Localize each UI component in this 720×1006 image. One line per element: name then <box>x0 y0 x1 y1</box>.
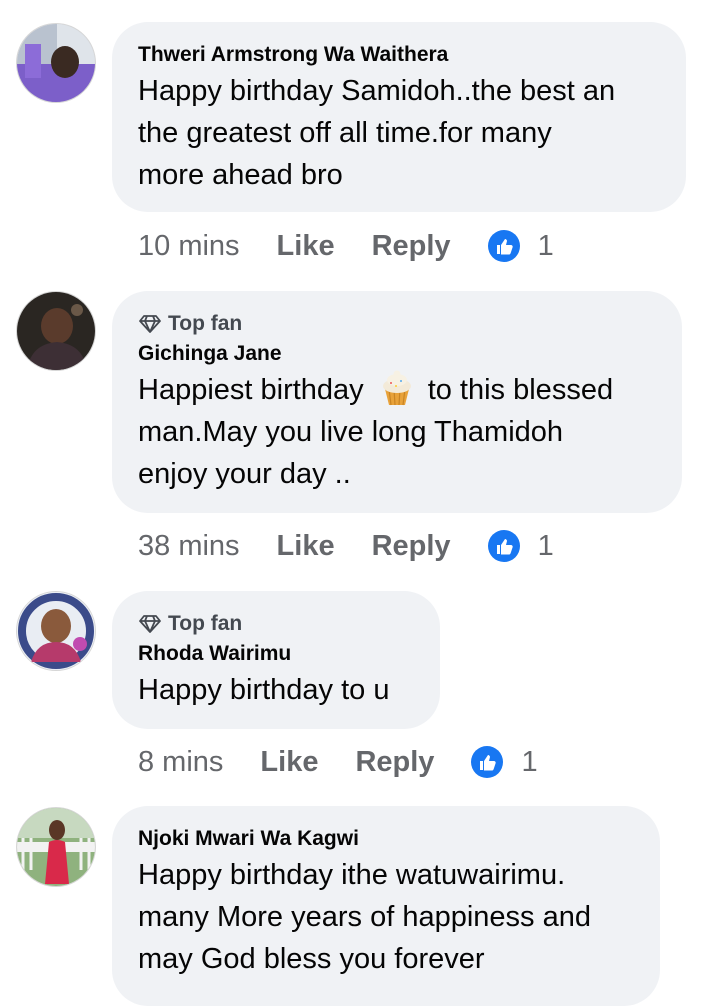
reaction-count-value: 1 <box>537 229 554 262</box>
reply-button[interactable]: Reply <box>372 530 451 563</box>
thumbs-up-icon <box>487 530 520 562</box>
comment-author[interactable]: Thweri Armstrong Wa Waithera <box>138 42 660 68</box>
comment-actions: 38 mins Like Reply 1 <box>138 526 554 566</box>
badge-label: Top fan <box>168 312 243 335</box>
reaction-count[interactable]: 1 <box>487 229 554 263</box>
comment-author[interactable]: Gichinga Jane <box>138 341 656 367</box>
avatar[interactable] <box>17 592 95 670</box>
diamond-icon <box>139 315 161 333</box>
comment-text: Happy birthday to u <box>138 674 390 706</box>
diamond-icon <box>139 615 161 633</box>
badge-label: Top fan <box>168 612 243 635</box>
cupcake-icon <box>382 370 411 406</box>
comment-bubble: Top fan Gichinga Jane Happiest birthday … <box>112 291 682 513</box>
thumbs-up-icon <box>487 230 520 262</box>
avatar[interactable] <box>17 24 95 102</box>
comment-author[interactable]: Njoki Mwari Wa Kagwi <box>138 826 634 852</box>
comment-text: Happiest birthday to this blessed man.Ma… <box>138 369 656 495</box>
comment-text: Happy birthday Samidoh..the best an the … <box>138 75 616 191</box>
comment-actions: 8 mins Like Reply 1 <box>138 742 538 782</box>
avatar[interactable] <box>17 292 95 370</box>
reaction-count-value: 1 <box>521 745 538 778</box>
like-button[interactable]: Like <box>277 230 335 263</box>
comment-actions: 10 mins Like Reply 1 <box>138 226 554 266</box>
reaction-count-value: 1 <box>537 529 554 562</box>
like-button[interactable]: Like <box>277 530 335 563</box>
comment-text-start: Happiest birthday <box>138 374 364 406</box>
comment-timestamp[interactable]: 38 mins <box>138 530 240 563</box>
thumbs-up-icon <box>471 746 504 778</box>
comment-timestamp[interactable]: 8 mins <box>138 746 223 779</box>
comment-text: Happy birthday ithe watuwairimu. many Mo… <box>138 859 591 975</box>
comment-author[interactable]: Rhoda Wairimu <box>138 641 414 667</box>
reaction-count[interactable]: 1 <box>487 529 554 563</box>
comment-bubble: Njoki Mwari Wa Kagwi Happy birthday ithe… <box>112 806 660 1006</box>
comment-bubble: Thweri Armstrong Wa Waithera Happy birth… <box>112 22 686 212</box>
avatar[interactable] <box>17 808 95 886</box>
like-button[interactable]: Like <box>260 746 318 779</box>
top-fan-badge: Top fan <box>138 611 414 637</box>
reply-button[interactable]: Reply <box>372 230 451 263</box>
reaction-count[interactable]: 1 <box>471 745 538 779</box>
top-fan-badge: Top fan <box>138 311 656 337</box>
reply-button[interactable]: Reply <box>355 746 434 779</box>
comment-timestamp[interactable]: 10 mins <box>138 230 240 263</box>
comment-bubble: Top fan Rhoda Wairimu Happy birthday to … <box>112 591 440 729</box>
